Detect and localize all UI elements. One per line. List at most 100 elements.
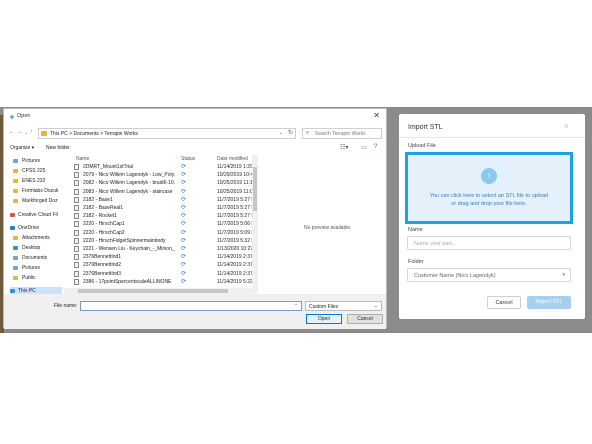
- search-placeholder: Search Terrapin Works: [315, 131, 366, 137]
- sidebar-item-creative-cloud[interactable]: Creative Cloud Fil: [10, 211, 62, 220]
- file-date: 11/7/2019 5:32 PM: [217, 237, 252, 244]
- chevron-down-icon[interactable]: ⌄: [24, 130, 28, 136]
- file-date: 10/25/2019 11:09 AM: [217, 188, 252, 195]
- pictures-folder-icon: [13, 159, 18, 163]
- divider: [399, 137, 585, 138]
- file-name: 2182 - Rocket1: [83, 213, 117, 220]
- scrollbar-thumb[interactable]: [253, 167, 257, 211]
- file-date: 11/7/2019 5:27 PM: [217, 196, 252, 203]
- vertical-scrollbar[interactable]: [252, 155, 258, 293]
- search-input[interactable]: ⌕ Search Terrapin Works: [302, 128, 382, 139]
- file-name: 2220 - HirschFidgetSpinnermainbody: [83, 237, 166, 244]
- forward-arrow-icon[interactable]: →: [17, 129, 23, 135]
- folder-icon: [13, 189, 18, 193]
- file-name: 2376BennettInd1: [83, 254, 122, 261]
- file-name: 2386 - 17pointSpercentscaleALLINONE: [83, 278, 172, 285]
- preview-pane-icon[interactable]: ▭: [361, 144, 367, 151]
- organize-button[interactable]: Organize ▾: [10, 145, 34, 151]
- sidebar-item-attachments[interactable]: Attachments: [10, 234, 62, 243]
- chevron-down-icon[interactable]: ⌄: [279, 130, 283, 136]
- desktop-folder-icon: [13, 246, 18, 250]
- help-icon[interactable]: ?: [374, 144, 377, 150]
- file-date: 10/29/2019 10:46 AM: [217, 172, 252, 179]
- sidebar-item-enes-232[interactable]: ENES 232: [10, 177, 62, 186]
- file-list: 2DMRT_Mount1stTrial ⟳ 11/14/2019 1:29 PM 20…: [70, 163, 252, 289]
- folder-icon: [13, 276, 18, 280]
- cancel-button[interactable]: Cancel: [487, 296, 521, 309]
- chrome-icon: [9, 114, 15, 120]
- file-date: 11/7/2019 5:09 PM: [217, 229, 252, 236]
- drop-zone-text: You can click here to select an STL file…: [429, 193, 549, 199]
- file-drop-zone[interactable]: ↑ You can click here to select an STL fi…: [405, 152, 573, 224]
- sidebar-item-public[interactable]: Public: [10, 274, 62, 283]
- column-header-name[interactable]: Name: [76, 156, 89, 162]
- file-date: 11/7/2019 5:06 PM: [217, 221, 252, 228]
- pictures-folder-icon: [13, 266, 18, 270]
- chevron-down-icon: ⌄: [373, 303, 378, 309]
- file-row[interactable]: 2386 - 17pointSpercentscaleALLINONE ⟳ 11/1…: [70, 278, 252, 287]
- file-icon: [74, 164, 79, 170]
- import-stl-button[interactable]: Import STL: [527, 296, 571, 309]
- file-date: 11/14/2019 2:37 PM: [217, 254, 252, 261]
- sidebar-item-onedrive[interactable]: OneDrive: [10, 224, 62, 233]
- upload-file-label: Upload File: [408, 143, 436, 149]
- close-icon[interactable]: ✕: [373, 111, 380, 120]
- sidebar-item-formlabs[interactable]: Formlabs Dozuk: [10, 187, 62, 196]
- file-name-input[interactable]: [80, 301, 302, 311]
- address-bar[interactable]: This PC > Documents > Terrapin Works ⌄ ↻: [38, 128, 296, 139]
- file-date: 11/14/2019 2:37 PM: [217, 262, 252, 269]
- sync-status-icon: ⟳: [181, 180, 187, 187]
- sidebar-item-desktop[interactable]: Desktop: [10, 244, 62, 253]
- up-arrow-icon[interactable]: ↑: [30, 129, 33, 135]
- documents-folder-icon: [13, 256, 18, 260]
- new-folder-button[interactable]: New folder: [46, 145, 70, 151]
- file-icon: [74, 262, 79, 269]
- view-options-icon[interactable]: ☷▾: [340, 144, 348, 151]
- sidebar-item-markforged[interactable]: Markforged Doz: [10, 197, 62, 206]
- drop-zone-text: or drag and drop your file here.: [451, 201, 527, 207]
- chevron-down-icon[interactable]: ⌄: [294, 301, 298, 307]
- file-name: 2376BennettInd2: [83, 262, 122, 269]
- column-headers: Name Status Date modified: [70, 155, 252, 163]
- file-icon: [74, 270, 79, 277]
- sync-status-icon: ⟳: [181, 164, 187, 170]
- sidebar-item-cpss-225[interactable]: CPSS 225: [10, 167, 62, 176]
- sidebar-item-pictures[interactable]: Pictures: [10, 157, 62, 166]
- folder-icon: [13, 236, 18, 240]
- refresh-icon[interactable]: ↻: [288, 129, 293, 136]
- file-date: 11/14/2019 2:37 PM: [217, 270, 252, 277]
- close-icon[interactable]: ×: [564, 122, 569, 131]
- file-date: 11/14/2019 1:29 PM: [217, 164, 252, 170]
- dialog-titlebar: Open ✕: [4, 109, 386, 125]
- file-name: 2079 - Nico Willem Lagendyk - Low_Poly..…: [83, 172, 175, 179]
- sidebar-item-documents[interactable]: Documents: [10, 254, 62, 263]
- file-name: 2083 - Nico Willem Lagendyk - staircase: [83, 188, 173, 195]
- dialog-footer: File name: ⌄ Custom Files ⌄ Open Cancel: [4, 294, 386, 329]
- file-name: 2182 - BaseReal1: [83, 205, 124, 211]
- breadcrumb[interactable]: This PC > Documents > Terrapin Works: [50, 131, 138, 137]
- file-name: 2082 - Nico Willem Lagendyk - braid6-10.…: [83, 180, 175, 187]
- file-date: 11/7/2019 5:27 PM: [217, 205, 252, 211]
- sync-status-icon: ⟳: [181, 188, 187, 195]
- column-header-status[interactable]: Status: [181, 156, 195, 162]
- file-date: 11/7/2019 5:27 PM: [217, 213, 252, 220]
- creative-cloud-icon: [10, 213, 15, 217]
- scrollbar-thumb[interactable]: [78, 289, 228, 293]
- folder-select[interactable]: Customer Name (Nico Lagendyk) ▾: [407, 268, 571, 282]
- open-button[interactable]: Open: [306, 314, 342, 324]
- sync-status-icon: ⟳: [181, 262, 187, 269]
- sync-status-icon: ⟳: [181, 246, 187, 252]
- computer-icon: [10, 289, 15, 293]
- part-name-input[interactable]: Name your part...: [407, 236, 571, 250]
- file-icon: [74, 278, 79, 285]
- cancel-button[interactable]: Cancel: [347, 314, 383, 324]
- file-type-select[interactable]: Custom Files ⌄: [305, 301, 382, 311]
- file-icon: [74, 246, 79, 252]
- file-icon: [74, 237, 79, 244]
- preview-pane-message: No preview available.: [304, 225, 352, 231]
- sidebar-item-pictures-2[interactable]: Pictures: [10, 264, 62, 273]
- column-header-date[interactable]: Date modified: [217, 156, 248, 162]
- onedrive-icon: [10, 226, 15, 230]
- back-arrow-icon[interactable]: ←: [9, 129, 15, 135]
- open-file-dialog: Open ✕ ← → ⌄ ↑ This PC > Documents > Ter…: [3, 108, 387, 329]
